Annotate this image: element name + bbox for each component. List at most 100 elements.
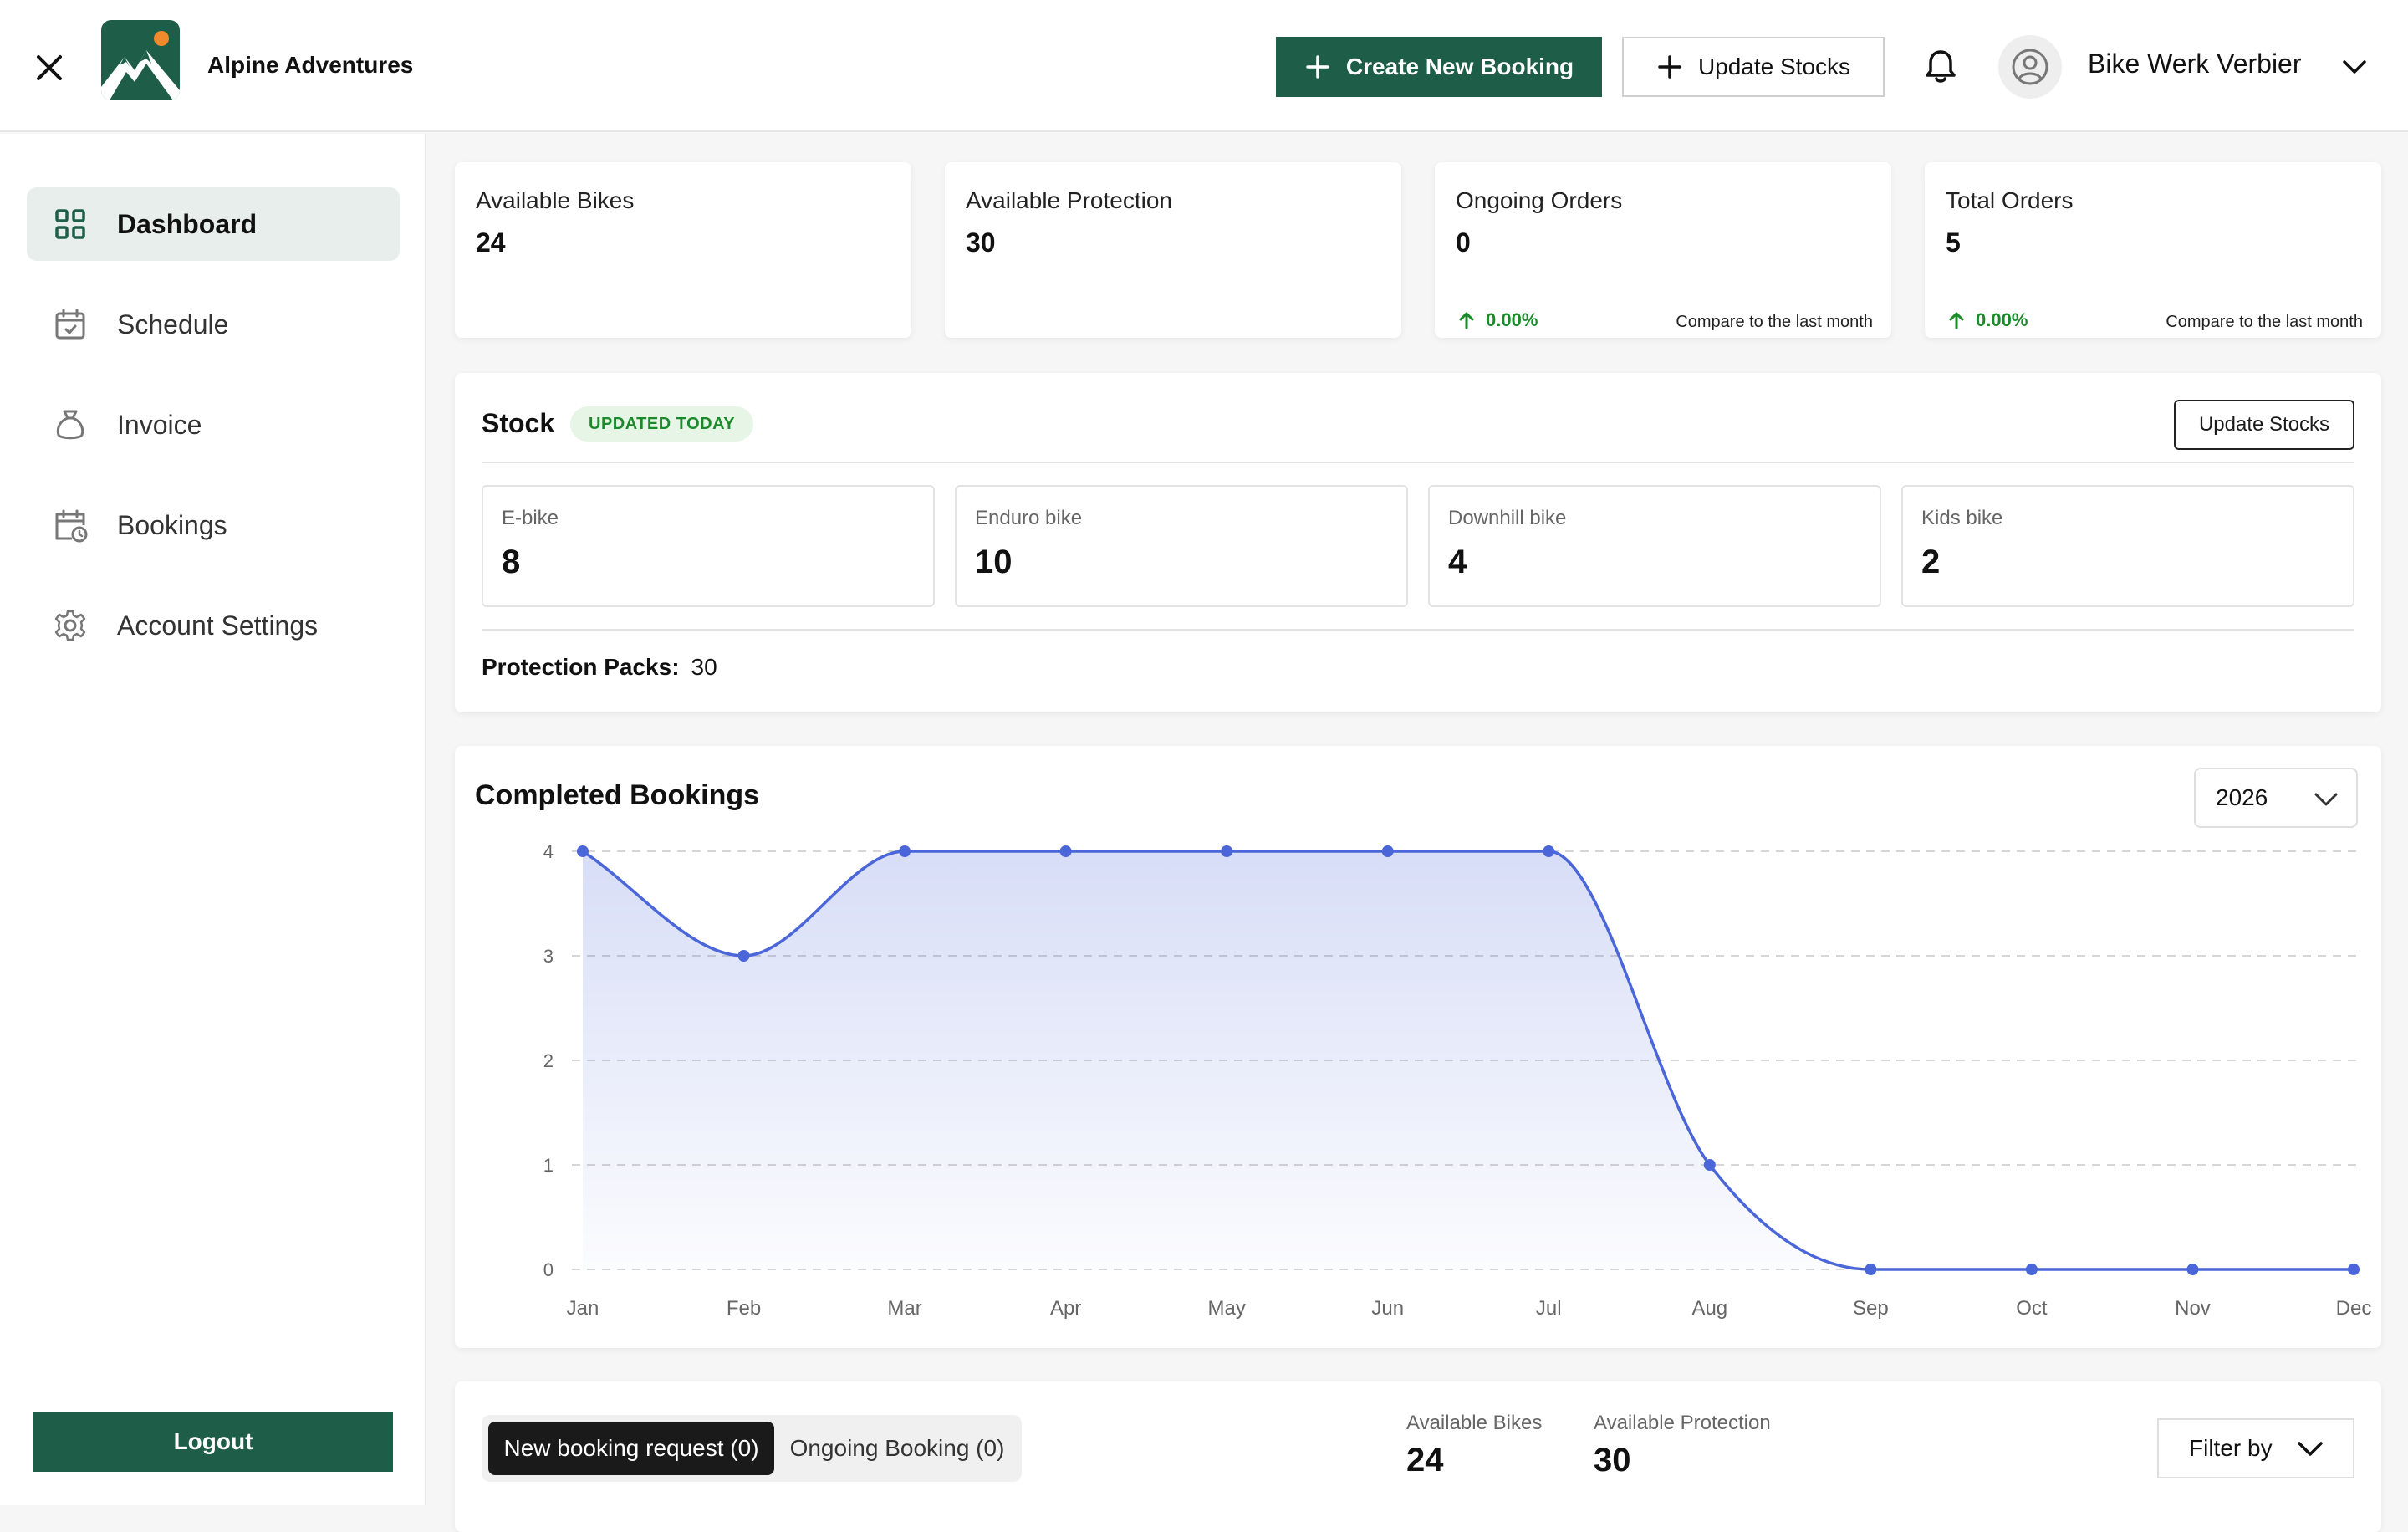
chart-data-point[interactable] bbox=[737, 950, 750, 962]
stock-value: 8 bbox=[502, 544, 521, 580]
stat-title: Total Orders bbox=[1946, 187, 2074, 213]
status-badge: UPDATED TODAY bbox=[570, 406, 754, 442]
x-tick-label: Dec bbox=[2336, 1297, 2372, 1320]
plus-icon bbox=[1658, 55, 1681, 79]
bookings-area-chart: 0 1 2 3 4 Jan Feb Mar Apr May Jun Jul Aug Sep Oct Nov De… bbox=[543, 841, 2372, 1320]
stock-value: 10 bbox=[975, 544, 1013, 580]
update-stocks-button[interactable]: Update Stocks bbox=[1622, 37, 1885, 97]
completed-bookings-card: Completed Bookings 2026 0 1 2 3 4 Jan Feb Mar Ap… bbox=[455, 746, 2381, 1348]
close-icon[interactable] bbox=[30, 49, 69, 87]
sidebar-item-label: Dashboard bbox=[117, 208, 258, 239]
x-tick-label: Feb bbox=[727, 1297, 761, 1320]
chart-data-point[interactable] bbox=[1381, 845, 1394, 857]
chart-data-point[interactable] bbox=[1703, 1159, 1716, 1171]
stat-value: 24 bbox=[476, 227, 506, 258]
chevron-down-icon[interactable] bbox=[2338, 52, 2371, 82]
x-tick-label: Jul bbox=[1536, 1297, 1562, 1320]
stat-card-available-protection: Available Protection 30 bbox=[945, 162, 1401, 338]
update-stocks-label: Update Stocks bbox=[1697, 54, 1851, 79]
available-protection-value: 30 bbox=[1594, 1442, 1631, 1478]
stat-value: 30 bbox=[966, 227, 996, 258]
available-bikes-value: 24 bbox=[1406, 1442, 1444, 1478]
chart-area-fill bbox=[583, 851, 2354, 1269]
stock-label: Enduro bike bbox=[975, 507, 1083, 529]
grid-icon bbox=[55, 209, 85, 239]
chart-data-point[interactable] bbox=[2186, 1264, 2199, 1275]
sidebar-item-dashboard[interactable]: Dashboard bbox=[27, 187, 400, 261]
stock-label: E-bike bbox=[502, 507, 559, 529]
stat-card-ongoing-orders: Ongoing Orders 0 0.00% Compare to the la… bbox=[1435, 162, 1891, 338]
divider bbox=[482, 462, 2354, 463]
user-icon bbox=[2012, 49, 2048, 85]
stat-card-available-bikes: Available Bikes 24 bbox=[455, 162, 911, 338]
stat-value: 0 bbox=[1456, 227, 1471, 258]
sidebar-item-label: Account Settings bbox=[117, 610, 319, 641]
trend-indicator: 0.00% bbox=[1946, 309, 2028, 331]
sidebar-item-account-settings[interactable]: Account Settings bbox=[27, 589, 400, 662]
x-tick-label: Mar bbox=[887, 1297, 921, 1320]
filter-label: Filter by bbox=[2189, 1435, 2273, 1461]
sidebar-item-label: Invoice bbox=[117, 409, 202, 440]
calendar-check-icon bbox=[55, 309, 85, 340]
chevron-down-icon bbox=[2298, 1442, 2323, 1456]
avatar[interactable] bbox=[1998, 35, 2062, 99]
x-tick-label: Oct bbox=[2016, 1297, 2048, 1320]
brand-name: Alpine Adventures bbox=[207, 52, 414, 78]
divider bbox=[482, 629, 2354, 631]
stat-title: Available Bikes bbox=[476, 187, 635, 213]
chart-data-point[interactable] bbox=[2348, 1264, 2360, 1275]
trend-value: 0.00% bbox=[1486, 309, 1538, 330]
x-tick-label: Jan bbox=[567, 1297, 599, 1320]
stat-title: Available Protection bbox=[966, 187, 1172, 213]
trend-indicator: 0.00% bbox=[1456, 309, 1538, 331]
stock-item-ebike: E-bike 8 bbox=[482, 485, 935, 607]
compare-text: Compare to the last month bbox=[1676, 313, 1873, 331]
x-tick-label: Sep bbox=[1853, 1297, 1889, 1320]
protection-packs-label: Protection Packs: bbox=[482, 654, 680, 680]
stock-label: Kids bike bbox=[1921, 507, 2003, 529]
filter-button[interactable]: Filter by bbox=[2157, 1418, 2354, 1478]
y-tick-label: 1 bbox=[543, 1155, 554, 1176]
chart-data-point[interactable] bbox=[2025, 1264, 2038, 1275]
logout-button[interactable]: Logout bbox=[33, 1412, 393, 1472]
chart-data-point[interactable] bbox=[1221, 845, 1233, 857]
x-tick-label: May bbox=[1208, 1297, 1246, 1320]
protection-packs-value: 30 bbox=[691, 654, 717, 680]
sidebar-item-bookings[interactable]: Bookings bbox=[27, 488, 400, 562]
y-tick-label: 0 bbox=[543, 1259, 554, 1280]
protection-packs: Protection Packs: 30 bbox=[482, 654, 717, 681]
plus-icon bbox=[1306, 55, 1329, 79]
y-tick-label: 4 bbox=[543, 841, 554, 862]
arrow-up-icon bbox=[1949, 312, 1964, 329]
sidebar-item-label: Bookings bbox=[117, 509, 227, 540]
stat-title: Ongoing Orders bbox=[1456, 187, 1623, 213]
chart-data-point[interactable] bbox=[577, 845, 589, 857]
bell-icon[interactable] bbox=[1921, 47, 1960, 85]
user-name: Bike Werk Verbier bbox=[2088, 49, 2302, 79]
calendar-clock-icon bbox=[55, 509, 88, 543]
sidebar-item-invoice[interactable]: Invoice bbox=[27, 388, 400, 462]
stock-card: Stock UPDATED TODAY Update Stocks E-bike… bbox=[455, 373, 2381, 712]
chart-data-point[interactable] bbox=[1865, 1264, 1877, 1275]
x-tick-label: Jun bbox=[1371, 1297, 1404, 1320]
chart-data-point[interactable] bbox=[1059, 845, 1072, 857]
tab-new-booking-request[interactable]: New booking request (0) bbox=[488, 1422, 774, 1475]
stock-value: 2 bbox=[1921, 544, 1941, 580]
gear-icon bbox=[54, 610, 86, 641]
stock-label: Downhill bike bbox=[1448, 507, 1567, 529]
chart-data-point[interactable] bbox=[1543, 845, 1555, 857]
available-protection-label: Available Protection bbox=[1594, 1412, 1771, 1434]
stock-value: 4 bbox=[1448, 544, 1467, 580]
stock-title: Stock bbox=[482, 408, 555, 438]
y-tick-label: 3 bbox=[543, 946, 554, 967]
bookings-table-card: New booking request (0) Ongoing Booking … bbox=[455, 1381, 2381, 1532]
compare-text: Compare to the last month bbox=[2166, 313, 2363, 331]
create-booking-button[interactable]: Create New Booking bbox=[1276, 37, 1602, 97]
available-bikes-label: Available Bikes bbox=[1406, 1412, 1543, 1434]
sidebar-item-schedule[interactable]: Schedule bbox=[27, 288, 400, 361]
stat-value: 5 bbox=[1946, 227, 1961, 258]
chart-data-point[interactable] bbox=[899, 845, 911, 857]
update-stocks-button[interactable]: Update Stocks bbox=[2174, 400, 2354, 450]
tab-ongoing-booking[interactable]: Ongoing Booking (0) bbox=[779, 1422, 1015, 1475]
booking-tabs: New booking request (0) Ongoing Booking … bbox=[482, 1415, 1022, 1482]
